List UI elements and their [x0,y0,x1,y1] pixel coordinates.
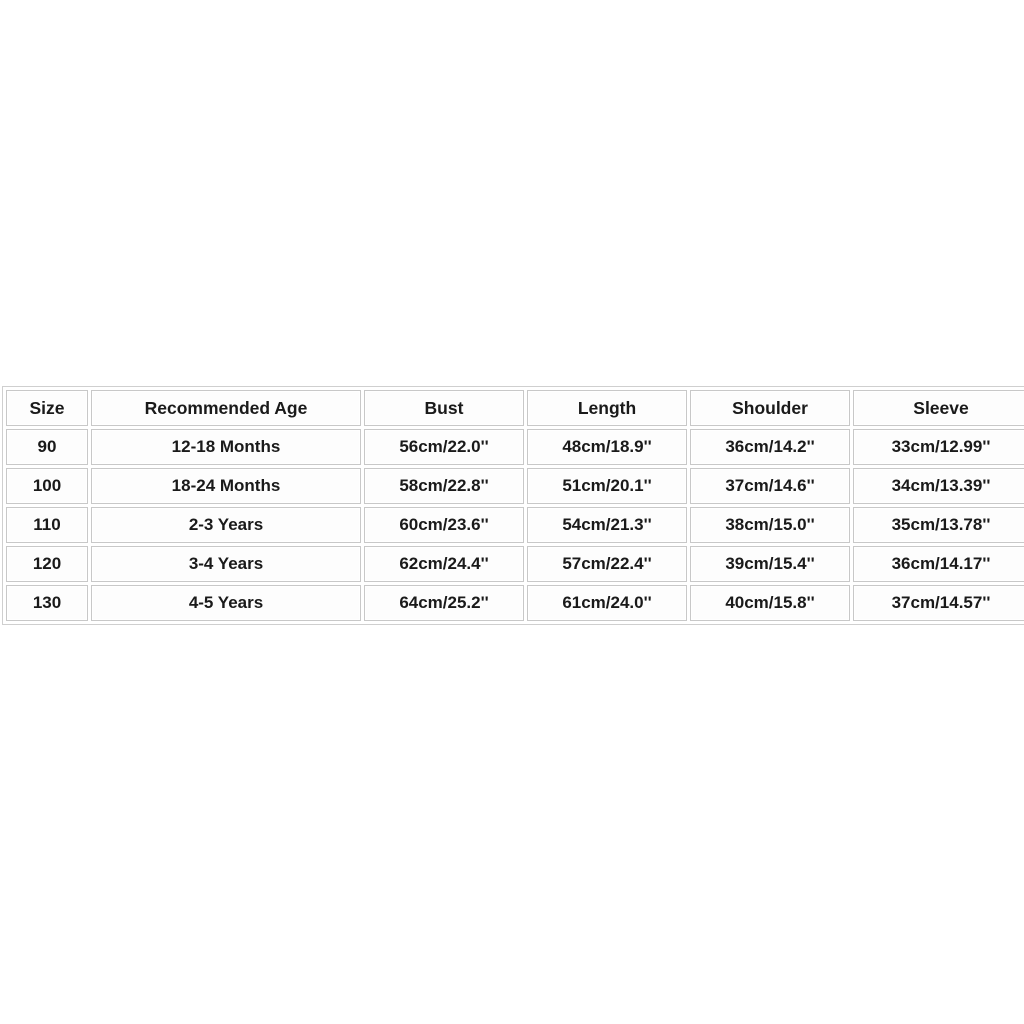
cell-bust: 56cm/22.0'' [364,429,524,465]
table-header-row: Size Recommended Age Bust Length Shoulde… [6,390,1024,426]
cell-age: 12-18 Months [91,429,361,465]
cell-sleeve: 34cm/13.39'' [853,468,1024,504]
cell-size: 110 [6,507,88,543]
cell-shoulder: 38cm/15.0'' [690,507,850,543]
table-row: 90 12-18 Months 56cm/22.0'' 48cm/18.9'' … [6,429,1024,465]
cell-size: 120 [6,546,88,582]
table-row: 100 18-24 Months 58cm/22.8'' 51cm/20.1''… [6,468,1024,504]
cell-bust: 58cm/22.8'' [364,468,524,504]
cell-age: 4-5 Years [91,585,361,621]
cell-sleeve: 36cm/14.17'' [853,546,1024,582]
table-row: 130 4-5 Years 64cm/25.2'' 61cm/24.0'' 40… [6,585,1024,621]
size-chart-container: Size Recommended Age Bust Length Shoulde… [2,386,1024,625]
cell-age: 2-3 Years [91,507,361,543]
cell-age: 18-24 Months [91,468,361,504]
table-row: 120 3-4 Years 62cm/24.4'' 57cm/22.4'' 39… [6,546,1024,582]
table-row: 110 2-3 Years 60cm/23.6'' 54cm/21.3'' 38… [6,507,1024,543]
cell-size: 90 [6,429,88,465]
column-header-sleeve: Sleeve [853,390,1024,426]
column-header-length: Length [527,390,687,426]
cell-size: 130 [6,585,88,621]
cell-length: 51cm/20.1'' [527,468,687,504]
cell-sleeve: 33cm/12.99'' [853,429,1024,465]
column-header-size: Size [6,390,88,426]
cell-shoulder: 40cm/15.8'' [690,585,850,621]
cell-age: 3-4 Years [91,546,361,582]
column-header-shoulder: Shoulder [690,390,850,426]
cell-size: 100 [6,468,88,504]
cell-bust: 62cm/24.4'' [364,546,524,582]
cell-shoulder: 36cm/14.2'' [690,429,850,465]
cell-length: 54cm/21.3'' [527,507,687,543]
cell-length: 57cm/22.4'' [527,546,687,582]
cell-sleeve: 35cm/13.78'' [853,507,1024,543]
column-header-bust: Bust [364,390,524,426]
cell-shoulder: 37cm/14.6'' [690,468,850,504]
column-header-age: Recommended Age [91,390,361,426]
size-chart-table: Size Recommended Age Bust Length Shoulde… [2,386,1024,625]
cell-length: 61cm/24.0'' [527,585,687,621]
cell-sleeve: 37cm/14.57'' [853,585,1024,621]
cell-bust: 64cm/25.2'' [364,585,524,621]
cell-length: 48cm/18.9'' [527,429,687,465]
cell-bust: 60cm/23.6'' [364,507,524,543]
cell-shoulder: 39cm/15.4'' [690,546,850,582]
